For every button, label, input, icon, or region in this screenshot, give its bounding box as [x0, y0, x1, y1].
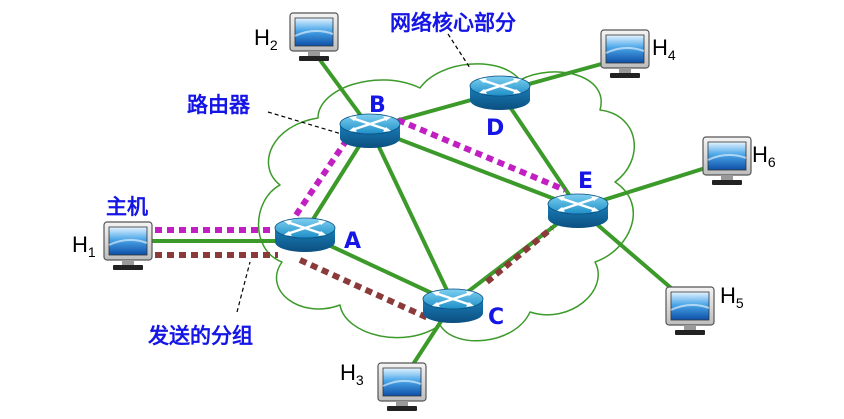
- router-callout-label: 路由器: [187, 93, 251, 117]
- network-diagram: A B C D E 网络核心部分 路由器 主机 发送的分组 H1 H2 H3 H…: [72, 11, 776, 412]
- host-label-h4: H4: [652, 35, 676, 63]
- router-a: [273, 216, 337, 254]
- host-h5: [665, 286, 715, 336]
- host-label-h1: H1: [72, 232, 96, 260]
- router-label-c: C: [488, 305, 504, 330]
- core-network-label: 网络核心部分: [390, 11, 516, 35]
- host-label-h5: H5: [720, 283, 744, 311]
- host-h3: [377, 362, 427, 412]
- host-h6: [702, 136, 752, 186]
- leader-packet: [236, 261, 251, 313]
- host-h2: [289, 12, 339, 62]
- router-e: [546, 192, 610, 230]
- host-callout-label: 主机: [106, 195, 148, 219]
- host-label-h6: H6: [752, 142, 776, 170]
- packet-callout-label: 发送的分组: [147, 324, 253, 348]
- host-label-h3: H3: [340, 360, 364, 388]
- router-label-b: B: [369, 93, 386, 118]
- router-c: [421, 287, 485, 325]
- host-label-h2: H2: [254, 25, 278, 53]
- host-h4: [600, 29, 650, 79]
- router-label-a: A: [344, 229, 361, 254]
- router-label-e: E: [578, 169, 593, 194]
- router-d: [468, 74, 532, 112]
- router-label-d: D: [486, 116, 504, 141]
- router-b: [338, 112, 402, 150]
- leader-core: [447, 33, 471, 69]
- host-h1: [103, 221, 153, 271]
